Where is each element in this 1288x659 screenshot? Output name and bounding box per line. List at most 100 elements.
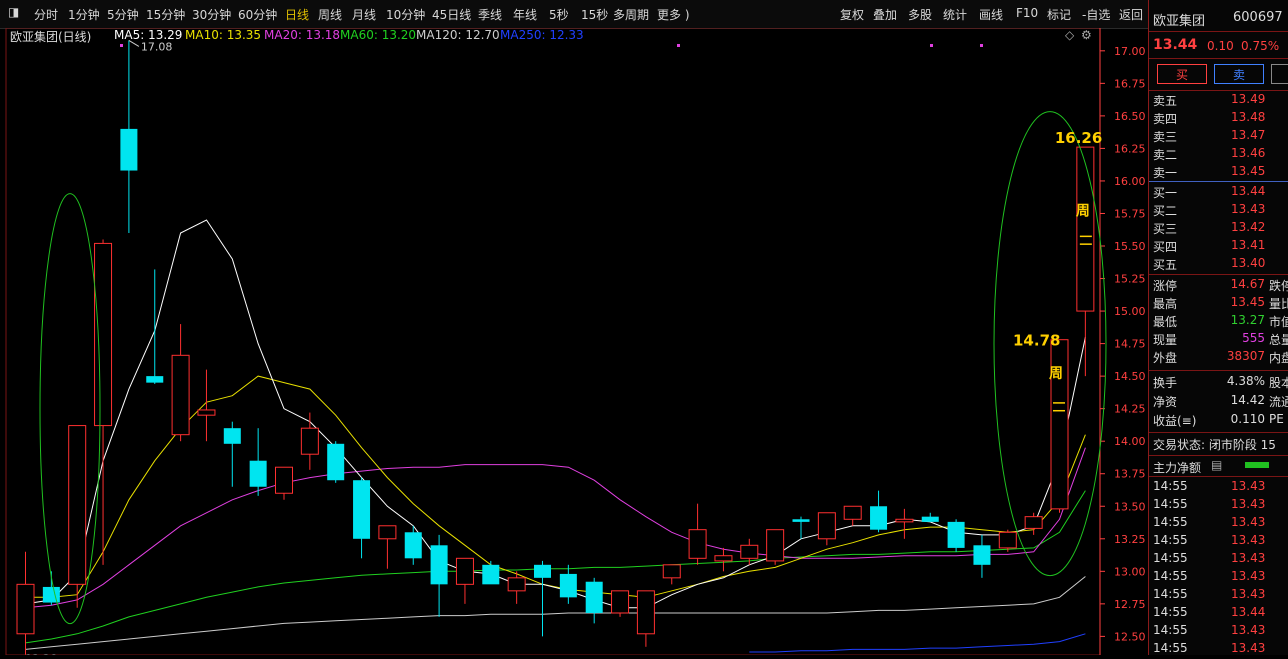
candle-body bbox=[94, 242, 113, 427]
candle-body bbox=[921, 516, 939, 522]
candle bbox=[611, 590, 630, 617]
marker-dot bbox=[120, 44, 123, 47]
price-tick-label: 13.00 bbox=[1114, 565, 1146, 578]
candle-body bbox=[662, 564, 681, 579]
period-tab[interactable]: 5分钟 bbox=[107, 6, 139, 23]
period-tab[interactable]: 月线 bbox=[352, 6, 376, 23]
stat-value: 13.27 bbox=[1230, 313, 1265, 327]
price-tick-label: 16.75 bbox=[1114, 77, 1146, 90]
tool-button[interactable]: -自选 bbox=[1082, 6, 1110, 23]
candle bbox=[843, 505, 862, 526]
period-tab[interactable]: 60分钟 bbox=[238, 6, 277, 23]
period-tab[interactable]: 分时 bbox=[34, 6, 58, 23]
price-tick-label: 14.00 bbox=[1114, 435, 1146, 448]
price-tick-label: 16.50 bbox=[1114, 110, 1146, 123]
sell-button[interactable]: 卖 bbox=[1214, 64, 1264, 84]
tick-price: 13.44 bbox=[1231, 605, 1266, 619]
extra-button[interactable] bbox=[1271, 64, 1288, 84]
tool-button[interactable]: 返回 bbox=[1119, 6, 1143, 23]
candle-body bbox=[740, 544, 759, 559]
candle-body bbox=[998, 531, 1017, 549]
tick-price: 13.43 bbox=[1231, 587, 1266, 601]
period-tab[interactable]: 年线 bbox=[513, 6, 537, 23]
tool-button[interactable]: 统计 bbox=[943, 6, 967, 23]
bid-label: 买二 bbox=[1153, 204, 1178, 218]
period-tab[interactable]: 5秒 bbox=[549, 6, 569, 23]
period-tab[interactable]: 15秒 bbox=[581, 6, 608, 23]
stat-value: 14.67 bbox=[1230, 277, 1265, 291]
period-tab[interactable]: 10分钟 bbox=[386, 6, 425, 23]
stat-label: 收益(≡) bbox=[1153, 414, 1197, 428]
period-tab[interactable]: 45日线 bbox=[432, 6, 471, 23]
week-mark-label: 周 bbox=[1076, 203, 1090, 219]
candle bbox=[559, 564, 577, 604]
stat-value: 0.110 bbox=[1230, 412, 1265, 426]
period-tab[interactable]: 周线 bbox=[318, 6, 342, 23]
week-mark-bar bbox=[1053, 409, 1065, 412]
ask-label: 卖一 bbox=[1153, 166, 1178, 180]
candle-body bbox=[378, 525, 397, 540]
ask-price: 13.45 bbox=[1231, 164, 1266, 178]
plot-frame bbox=[5, 27, 1101, 656]
candle bbox=[947, 519, 965, 552]
period-tab[interactable]: 1分钟 bbox=[68, 6, 100, 23]
price-axis: 17.00 16.75 16.50 16.25 16.00 15.75 15.50 15.25… bbox=[1100, 45, 1146, 643]
bid-label: 买一 bbox=[1153, 186, 1178, 200]
stat-right-label: 跌停 bbox=[1269, 279, 1288, 293]
period-tab[interactable]: 15分钟 bbox=[146, 6, 185, 23]
candle bbox=[1076, 146, 1095, 377]
stat-label: 最低 bbox=[1153, 315, 1178, 329]
tool-button[interactable]: 复权 bbox=[840, 6, 864, 23]
buy-button[interactable]: 买 bbox=[1157, 64, 1207, 84]
tool-button[interactable]: 多股 bbox=[908, 6, 932, 23]
stat-right-label: 量比 bbox=[1269, 297, 1288, 311]
stock-code: 600697 bbox=[1233, 10, 1283, 25]
stat-value: 4.38% bbox=[1226, 374, 1265, 388]
candle-body bbox=[1076, 146, 1095, 312]
last-price: 13.44 bbox=[1153, 37, 1198, 53]
candle bbox=[197, 369, 216, 442]
candle-body bbox=[16, 583, 35, 635]
candle-body bbox=[146, 376, 164, 383]
period-tab[interactable]: 30分钟 bbox=[192, 6, 231, 23]
settings-diamond-icon[interactable]: ◇ bbox=[1065, 28, 1074, 42]
price-tick-label: 15.00 bbox=[1114, 305, 1146, 318]
tick-time: 14:55 bbox=[1153, 623, 1188, 637]
period-tab[interactable]: 季线 bbox=[478, 6, 502, 23]
candle bbox=[688, 503, 707, 565]
stat-value: 38307 bbox=[1226, 349, 1265, 363]
ask-price: 13.47 bbox=[1231, 128, 1266, 142]
tick-time: 14:55 bbox=[1153, 641, 1188, 655]
divider bbox=[1149, 31, 1288, 32]
tool-button[interactable]: F10 bbox=[1016, 6, 1038, 20]
stat-label: 最高 bbox=[1153, 297, 1178, 311]
candle-body bbox=[766, 529, 785, 562]
tick-price: 13.43 bbox=[1231, 533, 1266, 547]
candle bbox=[792, 516, 810, 539]
bid-price: 13.44 bbox=[1231, 184, 1266, 198]
tool-button[interactable]: 画线 bbox=[979, 6, 1003, 23]
settings-gear-icon[interactable]: ⚙ bbox=[1081, 28, 1092, 42]
bid-price: 13.43 bbox=[1231, 202, 1266, 216]
stat-right-label: 股本 bbox=[1269, 376, 1288, 390]
ma-legend-item: MA250: 12.33 bbox=[500, 28, 584, 42]
period-tab[interactable]: 更多 ) bbox=[657, 6, 690, 23]
price-tick-label: 17.00 bbox=[1114, 45, 1146, 58]
bid-label: 买四 bbox=[1153, 240, 1178, 254]
candle bbox=[455, 557, 474, 604]
candle bbox=[171, 324, 190, 442]
candle bbox=[327, 441, 345, 483]
candle bbox=[16, 551, 35, 655]
stat-value: 555 bbox=[1242, 331, 1265, 345]
toolbar: ◨ 分时 1分钟 5分钟 15分钟 30分钟 60分钟 日线 周线 月线 10分钟 45日线 季线 年线… bbox=[0, 0, 1288, 29]
tool-button[interactable]: 叠加 bbox=[873, 6, 897, 23]
period-tab[interactable]: 多周期 bbox=[613, 6, 649, 23]
kline-chart[interactable]: 17.00 16.75 16.50 16.25 16.00 15.75 15.50 15.25… bbox=[0, 27, 1148, 659]
candle bbox=[430, 534, 448, 617]
panel-toggle-icon[interactable]: ◨ bbox=[8, 5, 19, 19]
flow-menu-icon[interactable]: ▤ bbox=[1211, 458, 1222, 472]
period-tab[interactable]: 日线 bbox=[285, 6, 309, 23]
tick-time: 14:55 bbox=[1153, 605, 1188, 619]
tool-button[interactable]: 标记 bbox=[1047, 6, 1071, 23]
candle bbox=[404, 525, 422, 565]
